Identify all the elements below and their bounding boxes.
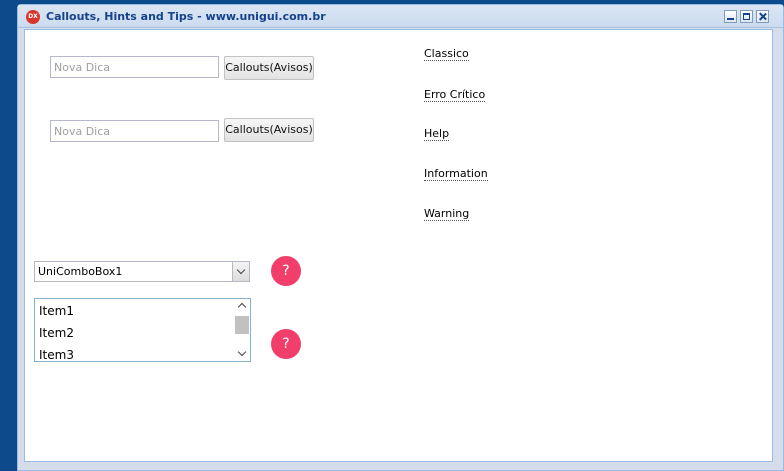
link-help[interactable]: Help [424,127,450,141]
callouts-button-2[interactable]: Callouts(Avisos) [224,118,314,142]
hint-input-2[interactable] [50,120,219,142]
combo-box[interactable]: UniComboBox1 [34,261,250,282]
app-icon: DX [26,10,40,24]
combo-value: UniComboBox1 [38,265,123,278]
window-title: Callouts, Hints and Tips - www.unigui.co… [46,10,326,23]
list-item[interactable]: Item3 [39,348,74,361]
chevron-down-icon[interactable] [232,262,249,281]
list-item[interactable]: Item1 [39,304,74,318]
link-erro-critico[interactable]: Erro Crítico [424,88,486,102]
scroll-down-icon[interactable] [237,347,247,357]
callouts-button-1[interactable]: Callouts(Avisos) [224,56,314,80]
minimize-icon[interactable] [724,10,737,23]
list-scrollbar[interactable] [234,299,250,361]
link-information[interactable]: Information [424,167,488,181]
window-titlebar[interactable]: DX Callouts, Hints and Tips - www.unigui… [18,5,783,28]
help-badge-combo[interactable]: ? [271,256,301,286]
list-box[interactable]: Item1 Item2 Item3 [34,298,251,362]
maximize-icon[interactable] [740,10,753,23]
link-classico[interactable]: Classico [424,47,469,61]
scroll-up-icon[interactable] [237,302,247,312]
scroll-thumb[interactable] [235,316,249,334]
link-warning[interactable]: Warning [424,207,470,221]
help-badge-list[interactable]: ? [271,329,301,359]
close-icon[interactable] [756,10,769,23]
app-window: DX Callouts, Hints and Tips - www.unigui… [17,4,784,471]
list-item[interactable]: Item2 [39,326,74,340]
window-body: Callouts(Avisos) Callouts(Avisos) Classi… [24,29,773,462]
hint-input-1[interactable] [50,56,219,78]
